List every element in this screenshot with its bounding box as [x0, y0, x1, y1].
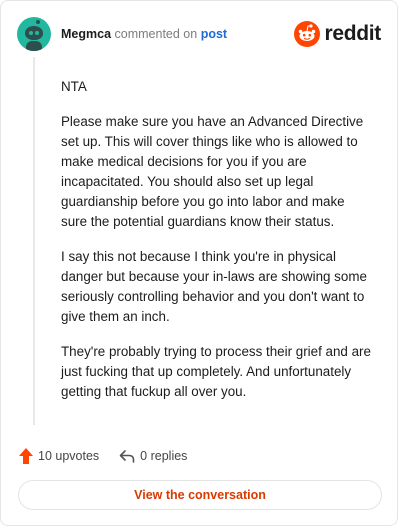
action-verb: commented on — [114, 26, 198, 41]
comment-paragraph: I say this not because I think you're in… — [61, 249, 367, 324]
comment-paragraph: Please make sure you have an Advanced Di… — [61, 114, 364, 229]
reddit-brand[interactable]: reddit — [294, 21, 381, 47]
reddit-alien-icon — [294, 21, 321, 47]
reply-arrow-icon — [119, 450, 135, 463]
reply-count: 0 replies — [140, 449, 188, 463]
comment-body: NTA Please make sure you have an Advance… — [61, 77, 371, 417]
comment-paragraph: They're probably trying to process their… — [61, 344, 371, 399]
thread-line — [33, 57, 35, 425]
username[interactable]: Megmca — [61, 27, 111, 41]
post-link[interactable]: post — [201, 27, 227, 41]
view-conversation-button[interactable]: View the conversation — [18, 480, 382, 510]
reply-button[interactable]: 0 replies — [119, 449, 187, 463]
comment-header: Megmca commented on post reddit — [17, 15, 381, 53]
upvote-count: 10 upvotes — [38, 449, 100, 463]
upvote-arrow-icon — [19, 448, 33, 464]
comment-paragraph: NTA — [61, 79, 87, 94]
snoo-avatar-icon[interactable] — [17, 17, 51, 51]
comment-actions: 10 upvotes 0 replies — [19, 446, 187, 466]
reddit-wordmark: reddit — [324, 22, 381, 45]
comment-card: Megmca commented on post reddit NTA Plea… — [0, 0, 398, 526]
upvote-button[interactable]: 10 upvotes — [19, 448, 99, 464]
comment-meta: Megmca commented on post — [61, 28, 227, 41]
